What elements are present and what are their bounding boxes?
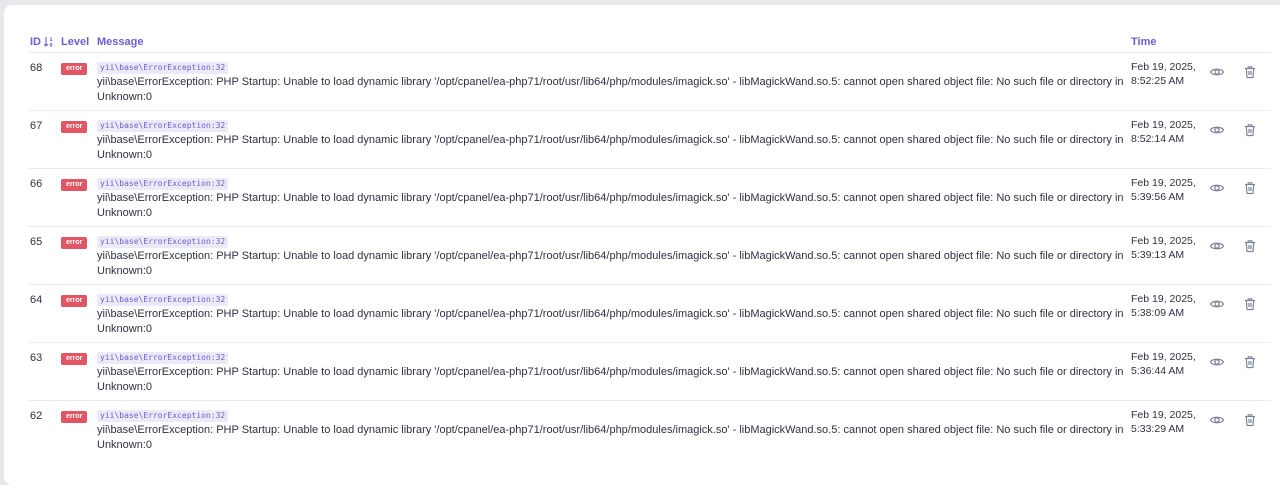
table-row: 63 error yii\base\ErrorException:32 yii\… (28, 342, 1271, 401)
log-date: Feb 19, 2025, (1131, 177, 1196, 189)
log-time: Feb 19, 2025, 8:52:25 AM (1131, 60, 1203, 88)
trash-icon[interactable] (1242, 180, 1258, 196)
category-code: yii\base\ErrorException:32 (97, 120, 229, 132)
table-row: 62 error yii\base\ErrorException:32 yii\… (28, 400, 1271, 459)
log-date: Feb 19, 2025, (1131, 235, 1196, 247)
table-row: 65 error yii\base\ErrorException:32 yii\… (28, 226, 1271, 285)
log-date: Feb 19, 2025, (1131, 61, 1196, 73)
level-badge-error: error (61, 411, 88, 423)
sort-numeric-desc-icon[interactable]: 19 (43, 36, 54, 50)
column-header-level: Level (61, 36, 90, 48)
table-row: 66 error yii\base\ErrorException:32 yii\… (28, 168, 1271, 227)
eye-icon[interactable] (1209, 238, 1225, 254)
level-badge-error: error (61, 63, 88, 75)
category-code: yii\base\ErrorException:32 (97, 352, 229, 364)
log-date: Feb 19, 2025, (1131, 351, 1196, 363)
log-id: 64 (30, 294, 43, 306)
log-time: Feb 19, 2025, 5:33:29 AM (1131, 408, 1203, 436)
level-badge-error: error (61, 295, 88, 307)
log-id: 68 (30, 62, 43, 74)
log-id: 63 (30, 352, 43, 364)
category-code: yii\base\ErrorException:32 (97, 236, 229, 248)
column-header-message: Message (97, 36, 144, 48)
table-row: 64 error yii\base\ErrorException:32 yii\… (28, 284, 1271, 343)
log-clock: 5:39:56 AM (1131, 191, 1185, 203)
table-row: 68 error yii\base\ErrorException:32 yii\… (28, 52, 1271, 111)
log-clock: 8:52:25 AM (1131, 75, 1185, 87)
category-code: yii\base\ErrorException:32 (97, 294, 229, 306)
column-header-time: Time (1131, 36, 1157, 48)
eye-icon[interactable] (1209, 354, 1225, 370)
eye-icon[interactable] (1209, 296, 1225, 312)
log-id: 66 (30, 178, 43, 190)
log-id: 65 (30, 236, 43, 248)
log-date: Feb 19, 2025, (1131, 119, 1196, 131)
level-badge-error: error (61, 121, 88, 133)
log-clock: 5:36:44 AM (1131, 365, 1185, 377)
trash-icon[interactable] (1242, 296, 1258, 312)
eye-icon[interactable] (1209, 122, 1225, 138)
column-header-id[interactable]: ID 1 9 (30, 36, 53, 49)
level-badge-error: error (61, 353, 88, 365)
log-message: yii\base\ErrorException: PHP Startup: Un… (97, 366, 1124, 393)
eye-icon[interactable] (1209, 180, 1225, 196)
log-message: yii\base\ErrorException: PHP Startup: Un… (97, 134, 1124, 161)
category-code: yii\base\ErrorException:32 (97, 178, 229, 190)
log-time: Feb 19, 2025, 5:39:13 AM (1131, 234, 1203, 262)
trash-icon[interactable] (1242, 354, 1258, 370)
log-clock: 5:33:29 AM (1131, 423, 1185, 435)
log-message: yii\base\ErrorException: PHP Startup: Un… (97, 76, 1124, 103)
eye-icon[interactable] (1209, 64, 1225, 80)
log-time: Feb 19, 2025, 5:38:09 AM (1131, 292, 1203, 320)
log-clock: 5:38:09 AM (1131, 307, 1185, 319)
svg-text:9: 9 (50, 43, 53, 48)
log-message: yii\base\ErrorException: PHP Startup: Un… (97, 250, 1124, 277)
log-date: Feb 19, 2025, (1131, 409, 1196, 421)
log-clock: 8:52:14 AM (1131, 133, 1185, 145)
log-id: 62 (30, 410, 43, 422)
level-badge-error: error (61, 179, 88, 191)
log-message: yii\base\ErrorException: PHP Startup: Un… (97, 192, 1124, 219)
category-code: yii\base\ErrorException:32 (97, 62, 229, 74)
log-message: yii\base\ErrorException: PHP Startup: Un… (97, 308, 1124, 335)
category-code: yii\base\ErrorException:32 (97, 410, 229, 422)
svg-text:1: 1 (50, 37, 53, 43)
log-time: Feb 19, 2025, 8:52:14 AM (1131, 118, 1203, 146)
trash-icon[interactable] (1242, 64, 1258, 80)
log-time: Feb 19, 2025, 5:36:44 AM (1131, 350, 1203, 378)
log-table-card: ID 1 9 Level Message Time 68 error yii\bas… (4, 5, 1280, 485)
log-date: Feb 19, 2025, (1131, 293, 1196, 305)
log-message: yii\base\ErrorException: PHP Startup: Un… (97, 424, 1124, 451)
level-badge-error: error (61, 237, 88, 249)
table-row: 67 error yii\base\ErrorException:32 yii\… (28, 110, 1271, 169)
trash-icon[interactable] (1242, 412, 1258, 428)
log-time: Feb 19, 2025, 5:39:56 AM (1131, 176, 1203, 204)
log-clock: 5:39:13 AM (1131, 249, 1185, 261)
eye-icon[interactable] (1209, 412, 1225, 428)
trash-icon[interactable] (1242, 122, 1258, 138)
log-id: 67 (30, 120, 43, 132)
trash-icon[interactable] (1242, 238, 1258, 254)
